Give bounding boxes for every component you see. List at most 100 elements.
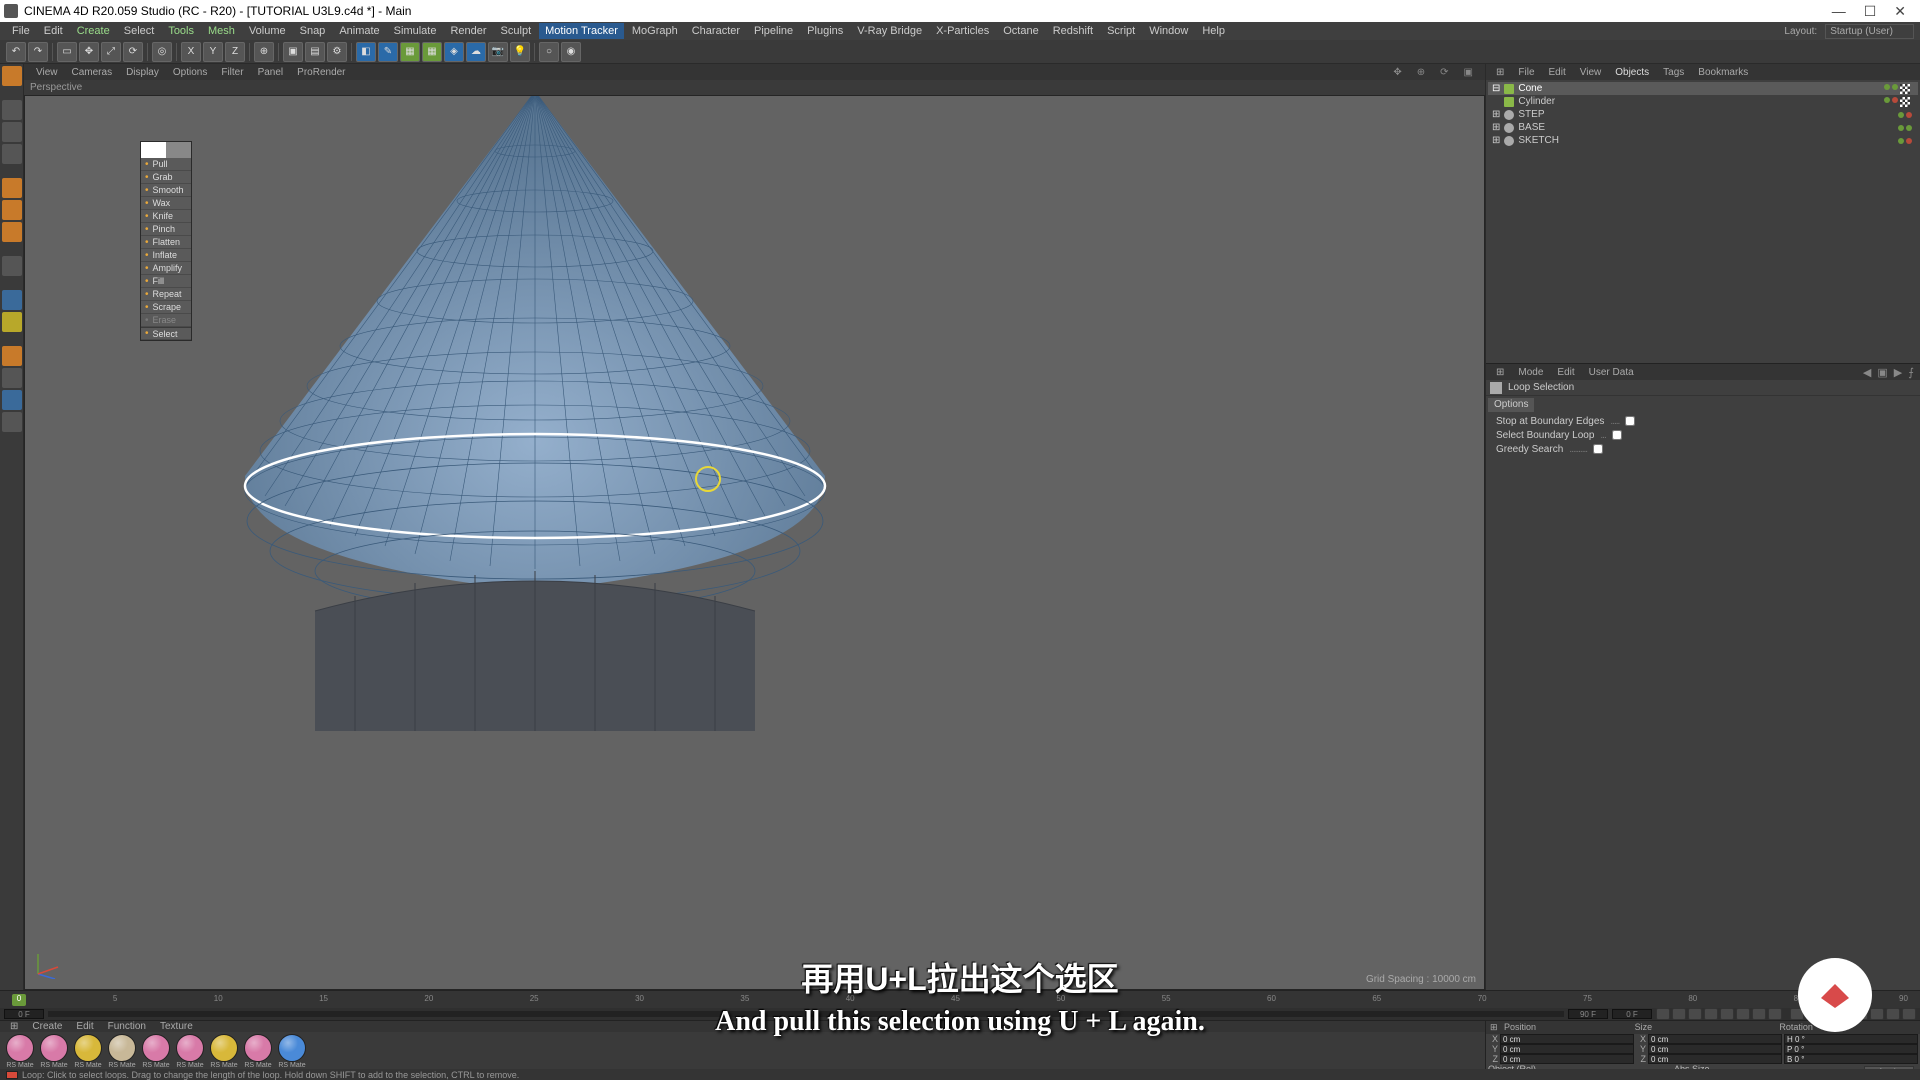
sculpt-wax[interactable]: Wax	[141, 197, 191, 210]
locked[interactable]	[2, 346, 22, 366]
texture-mode[interactable]	[2, 122, 22, 142]
opt-select-boundary-check[interactable]	[1612, 430, 1622, 440]
menu-script[interactable]: Script	[1101, 23, 1141, 39]
close-button[interactable]: ✕	[1894, 3, 1906, 20]
prev-key[interactable]	[1672, 1008, 1686, 1020]
sculpt-pull[interactable]: Pull	[141, 158, 191, 171]
spline-pen[interactable]: ✎	[378, 42, 398, 62]
menu-simulate[interactable]: Simulate	[388, 23, 443, 39]
next-key[interactable]	[1752, 1008, 1766, 1020]
vp-nav-icon[interactable]: ✥	[1387, 66, 1407, 79]
menu-select[interactable]: Select	[118, 23, 161, 39]
null-object[interactable]: ○	[539, 42, 559, 62]
environment[interactable]: ☁	[466, 42, 486, 62]
pos-y[interactable]: 0 cm	[1500, 1044, 1634, 1054]
workplane-mode[interactable]	[2, 144, 22, 164]
object-step[interactable]: ⊞ STEP	[1488, 108, 1918, 121]
opt-greedy-check[interactable]	[1593, 444, 1603, 454]
menu-window[interactable]: Window	[1143, 23, 1194, 39]
axis-z[interactable]: Z	[225, 42, 245, 62]
vp-filter[interactable]: Filter	[215, 66, 249, 79]
sculpt-flatten[interactable]: Flatten	[141, 236, 191, 249]
material-swatch[interactable]: RS Mate	[106, 1034, 138, 1069]
menu-pipeline[interactable]: Pipeline	[748, 23, 799, 39]
maximize-button[interactable]: ☐	[1864, 3, 1877, 20]
make-editable[interactable]	[2, 66, 22, 86]
vp-prorender[interactable]: ProRender	[291, 66, 351, 79]
menu-create[interactable]: Create	[71, 23, 116, 39]
redo-button[interactable]: ↷	[28, 42, 48, 62]
menu-animate[interactable]: Animate	[333, 23, 385, 39]
menu-volume[interactable]: Volume	[243, 23, 292, 39]
misc-mode[interactable]	[2, 412, 22, 432]
play-forward[interactable]	[1720, 1008, 1734, 1020]
sculpt-grab[interactable]: Grab	[141, 171, 191, 184]
menu-plugins[interactable]: Plugins	[801, 23, 849, 39]
menu-redshift[interactable]: Redshift	[1047, 23, 1099, 39]
menu-sculpt[interactable]: Sculpt	[495, 23, 538, 39]
size-x[interactable]: 0 cm	[1648, 1034, 1782, 1044]
snap-toggle[interactable]	[2, 312, 22, 332]
am-mode[interactable]: Mode	[1512, 366, 1549, 379]
range-end[interactable]: 90 F	[1568, 1009, 1608, 1019]
vp-cameras[interactable]: Cameras	[66, 66, 119, 79]
axis-mode[interactable]	[2, 256, 22, 276]
sculpt-fill[interactable]: Fill	[141, 275, 191, 288]
material-swatch[interactable]: RS Mate	[4, 1034, 36, 1069]
size-y[interactable]: 0 cm	[1648, 1044, 1782, 1054]
vp-options[interactable]: Options	[167, 66, 213, 79]
vp-view[interactable]: View	[30, 66, 64, 79]
move-tool[interactable]: ✥	[79, 42, 99, 62]
points-mode[interactable]	[2, 178, 22, 198]
rot-h[interactable]: H 0 °	[1784, 1034, 1918, 1044]
menu-snap[interactable]: Snap	[294, 23, 332, 39]
menu-tools[interactable]: Tools	[162, 23, 200, 39]
generator-2[interactable]: ▦	[422, 42, 442, 62]
range-current[interactable]: 0 F	[1612, 1009, 1652, 1019]
sculpt-smooth[interactable]: Smooth	[141, 184, 191, 197]
size-z[interactable]: 0 cm	[1648, 1054, 1782, 1064]
rot-p[interactable]: P 0 °	[1784, 1044, 1918, 1054]
sculpt-amplify[interactable]: Amplify	[141, 262, 191, 275]
om-objects[interactable]: Objects	[1609, 66, 1655, 79]
select-tool[interactable]: ▭	[57, 42, 77, 62]
mat-edit[interactable]: Edit	[70, 1021, 99, 1032]
next-frame[interactable]	[1736, 1008, 1750, 1020]
mat-texture[interactable]: Texture	[154, 1021, 199, 1032]
om-file[interactable]: File	[1512, 66, 1540, 79]
om-tags[interactable]: Tags	[1657, 66, 1690, 79]
object-base[interactable]: ⊞ BASE	[1488, 121, 1918, 134]
material-swatch[interactable]: RS Mate	[276, 1034, 308, 1069]
coord-tab[interactable]	[2, 368, 22, 388]
axis-y[interactable]: Y	[203, 42, 223, 62]
material-swatch[interactable]: RS Mate	[242, 1034, 274, 1069]
object-tree[interactable]: ⊟ Cone ⊟ Cylinder ⊞ STEP ⊞ BASE	[1486, 80, 1920, 363]
layout-selector[interactable]: Startup (User)	[1825, 24, 1914, 39]
om-bookmarks[interactable]: Bookmarks	[1692, 66, 1754, 79]
material-swatch[interactable]: RS Mate	[174, 1034, 206, 1069]
material-swatch[interactable]: RS Mate	[208, 1034, 240, 1069]
edges-mode[interactable]	[2, 200, 22, 220]
axis-x[interactable]: X	[181, 42, 201, 62]
uvw-tag-icon[interactable]	[1900, 84, 1910, 94]
opt-select-boundary[interactable]: Select Boundary Loop...	[1486, 428, 1920, 442]
rot-b[interactable]: B 0 °	[1784, 1054, 1918, 1064]
am-fn[interactable]: ⨍	[1906, 366, 1916, 379]
pos-x[interactable]: 0 cm	[1500, 1034, 1634, 1044]
menu-render[interactable]: Render	[444, 23, 492, 39]
menu-xparticles[interactable]: X-Particles	[930, 23, 995, 39]
am-userdata[interactable]: User Data	[1583, 366, 1640, 379]
range-start[interactable]: 0 F	[4, 1009, 44, 1019]
uvw-tag-icon[interactable]	[1900, 97, 1910, 107]
param-key[interactable]	[1886, 1008, 1900, 1020]
sculpt-repeat[interactable]: Repeat	[141, 288, 191, 301]
generator[interactable]: ▦	[400, 42, 420, 62]
object-sketch[interactable]: ⊞ SKETCH	[1488, 134, 1918, 147]
prev-frame[interactable]	[1688, 1008, 1702, 1020]
render-view[interactable]: ▣	[283, 42, 303, 62]
pos-z[interactable]: 0 cm	[1500, 1054, 1634, 1064]
timeline[interactable]: 0510 152025 303540 455055 606570 758085 …	[0, 990, 1920, 1008]
play-back[interactable]	[1704, 1008, 1718, 1020]
recent-tool[interactable]: ◎	[152, 42, 172, 62]
range-track[interactable]	[48, 1011, 1564, 1017]
